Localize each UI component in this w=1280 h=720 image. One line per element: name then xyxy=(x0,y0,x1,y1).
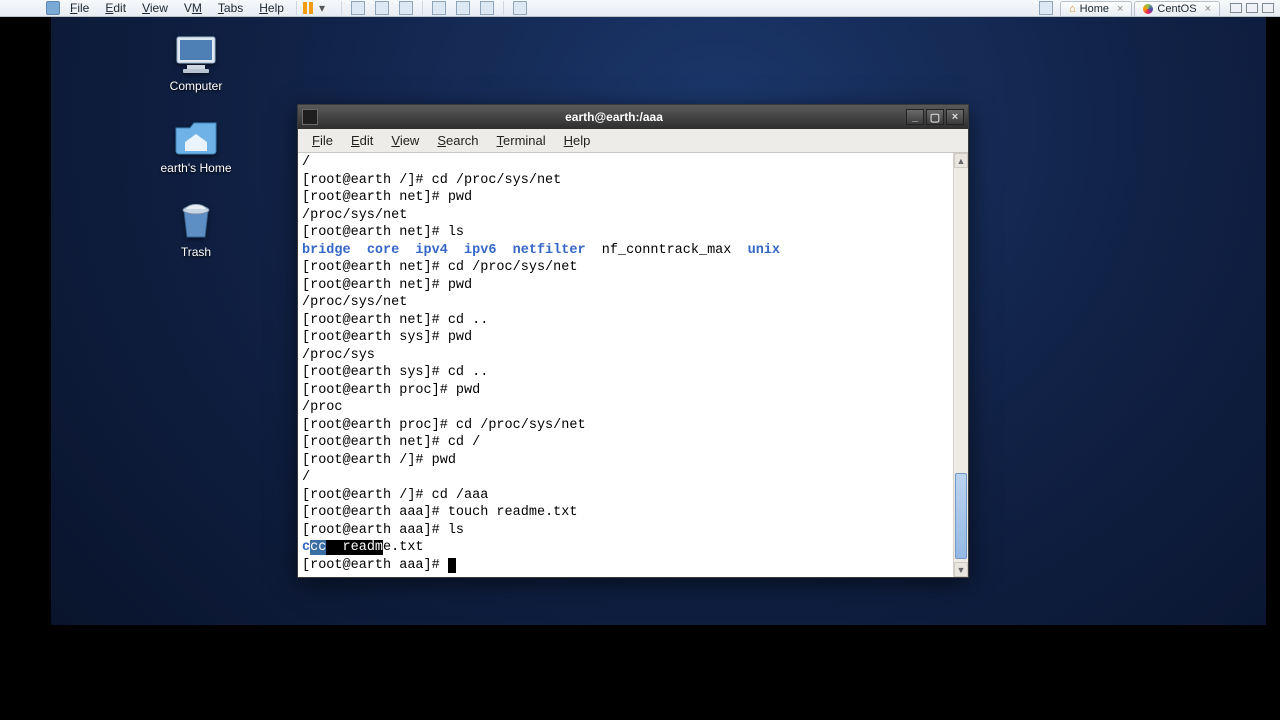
tab-home[interactable]: ⌂ Home × xyxy=(1060,1,1132,16)
tab-centos[interactable]: CentOS × xyxy=(1134,1,1220,16)
term-menu-terminal[interactable]: Terminal xyxy=(489,131,554,150)
close-button[interactable]: × xyxy=(946,109,964,125)
close-icon[interactable]: × xyxy=(1205,3,1211,15)
window-title: earth@earth:/aaa xyxy=(324,110,904,124)
term-menu-edit[interactable]: Edit xyxy=(343,131,381,150)
host-menu-vm[interactable]: VM xyxy=(178,1,208,15)
maximize-button[interactable]: ▢ xyxy=(926,109,944,125)
desktop-icon-home[interactable]: earth's Home xyxy=(151,117,241,175)
letterbox xyxy=(0,17,51,720)
host-menu-edit[interactable]: Edit xyxy=(99,1,132,15)
desktop-icon-label: Computer xyxy=(151,79,241,93)
centos-icon xyxy=(1143,4,1153,14)
desktop-icon-label: Trash xyxy=(151,245,241,259)
computer-icon xyxy=(172,35,220,75)
host-menu-tabs[interactable]: Tabs xyxy=(212,1,249,15)
host-menu-view[interactable]: View xyxy=(136,1,174,15)
desktop-icon-label: earth's Home xyxy=(151,161,241,175)
terminal-titlebar[interactable]: earth@earth:/aaa _ ▢ × xyxy=(298,105,968,129)
folder-home-icon xyxy=(172,117,220,157)
letterbox xyxy=(1266,17,1280,720)
dropdown-icon[interactable]: ▾ xyxy=(319,1,325,15)
toolbar-icon[interactable] xyxy=(351,1,365,15)
letterbox xyxy=(0,625,1280,720)
toolbar-icon[interactable] xyxy=(1039,1,1053,15)
terminal-body[interactable]: / [root@earth /]# cd /proc/sys/net [root… xyxy=(298,153,968,577)
term-menu-file[interactable]: File xyxy=(304,131,341,150)
host-tabs: ⌂ Home × CentOS × xyxy=(1060,1,1220,16)
host-menu-help[interactable]: Help xyxy=(253,1,290,15)
term-menu-view[interactable]: View xyxy=(383,131,427,150)
terminal-menubar: File Edit View Search Terminal Help xyxy=(298,129,968,153)
maximize-button[interactable] xyxy=(1246,3,1258,13)
toolbar-icon[interactable] xyxy=(513,1,527,15)
vmware-icon xyxy=(46,1,60,15)
minimize-button[interactable]: _ xyxy=(906,109,924,125)
host-menubar: File Edit View VM Tabs Help ▾ ⌂ Home × C… xyxy=(0,0,1280,17)
scroll-thumb[interactable] xyxy=(955,473,967,559)
desktop-icon-computer[interactable]: Computer xyxy=(151,35,241,93)
tab-centos-label: CentOS xyxy=(1157,3,1196,15)
pause-button[interactable] xyxy=(303,2,313,14)
guest-desktop[interactable]: Computer earth's Home Trash TechSmith® M… xyxy=(51,17,1266,720)
term-menu-search[interactable]: Search xyxy=(429,131,486,150)
toolbar-icon[interactable] xyxy=(432,1,446,15)
terminal-window: earth@earth:/aaa _ ▢ × File Edit View Se… xyxy=(297,104,969,578)
desktop-icon-trash[interactable]: Trash xyxy=(151,201,241,259)
scroll-up-button[interactable]: ▲ xyxy=(954,153,968,168)
minimize-button[interactable] xyxy=(1230,3,1242,13)
close-icon[interactable]: × xyxy=(1117,3,1123,15)
scroll-down-button[interactable]: ▼ xyxy=(954,562,968,577)
scrollbar[interactable]: ▲ ▼ xyxy=(953,153,968,577)
cursor xyxy=(448,558,456,573)
toolbar-icon[interactable] xyxy=(375,1,389,15)
terminal-icon xyxy=(302,109,318,125)
separator xyxy=(296,1,297,15)
toolbar-icon[interactable] xyxy=(480,1,494,15)
host-menu-file[interactable]: File xyxy=(64,1,95,15)
home-icon: ⌂ xyxy=(1069,3,1076,15)
toolbar-icon[interactable] xyxy=(456,1,470,15)
term-menu-help[interactable]: Help xyxy=(556,131,599,150)
close-button[interactable] xyxy=(1262,3,1274,13)
host-window-controls xyxy=(1230,3,1274,13)
trash-icon xyxy=(172,201,220,241)
toolbar-icon[interactable] xyxy=(399,1,413,15)
tab-home-label: Home xyxy=(1080,3,1109,15)
terminal-output[interactable]: / [root@earth /]# cd /proc/sys/net [root… xyxy=(298,153,953,575)
